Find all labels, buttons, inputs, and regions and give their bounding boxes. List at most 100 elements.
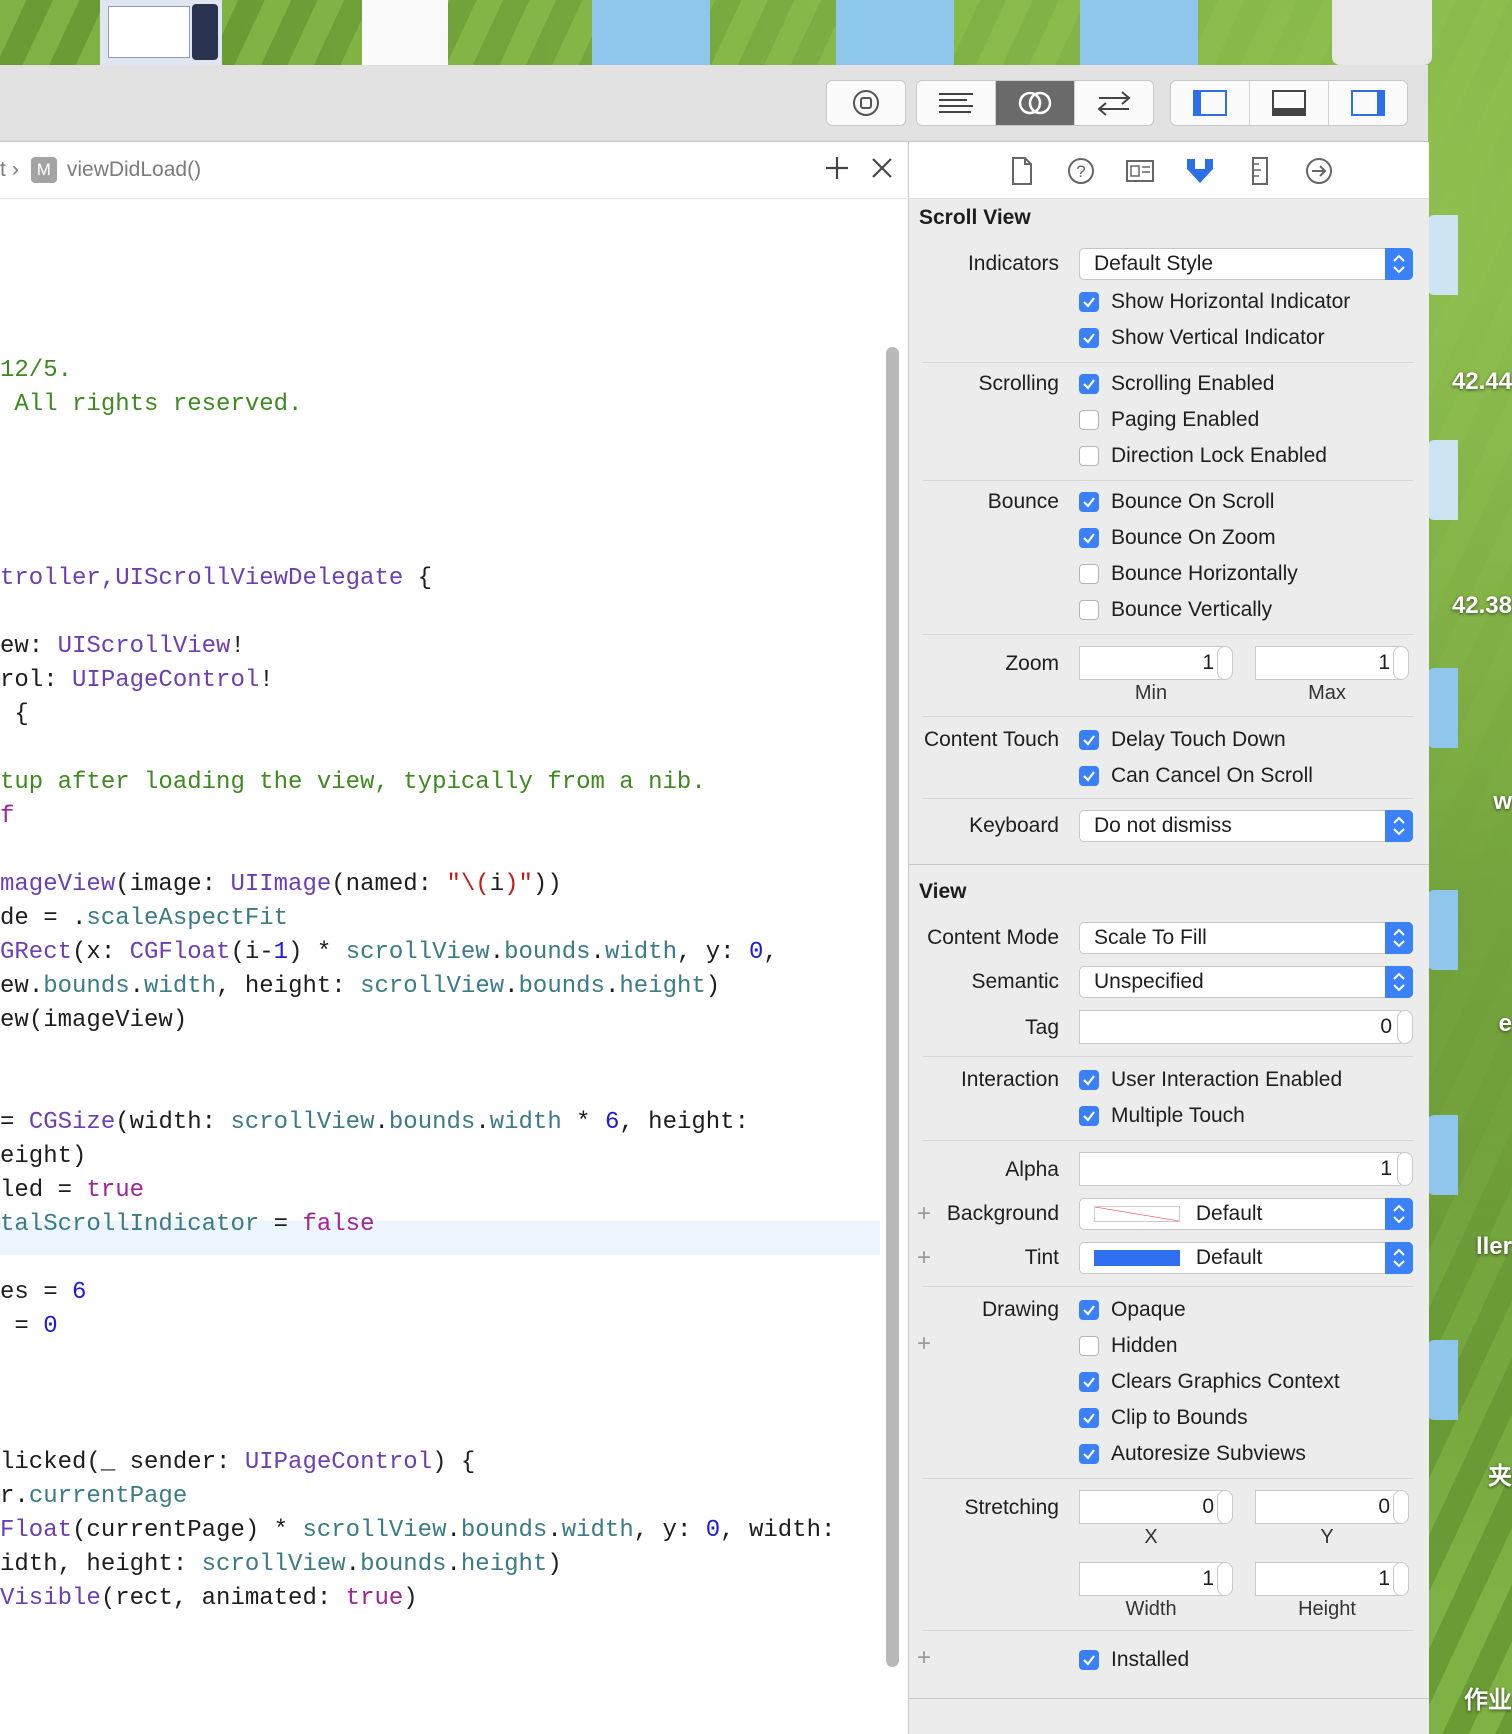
add-editor-button[interactable] <box>822 153 852 183</box>
zoom-min-stepper[interactable] <box>1217 646 1233 680</box>
desktop-drive[interactable] <box>1332 0 1432 65</box>
code-line[interactable]: led = true <box>0 1174 144 1208</box>
alpha-stepper[interactable] <box>1397 1152 1413 1186</box>
clears-graphics-context-checkbox[interactable]: Clears Graphics Context <box>1079 1368 1340 1396</box>
code-line[interactable]: = 0 <box>0 1310 57 1344</box>
scrolling-enabled-checkbox[interactable]: Scrolling Enabled <box>1079 370 1274 398</box>
bounce-horizontally-checkbox[interactable]: Bounce Horizontally <box>1079 560 1298 588</box>
indicators-popup[interactable]: Default Style <box>1079 248 1413 280</box>
show-vertical-indicator-checkbox[interactable]: Show Vertical Indicator <box>1079 324 1325 352</box>
stretch-x-field[interactable]: 0 <box>1079 1490 1223 1524</box>
zoom-min-field[interactable]: 1 <box>1079 646 1223 680</box>
code-line[interactable]: ew: UIScrollView! <box>0 630 245 664</box>
code-line[interactable]: tup after loading the view, typically fr… <box>0 766 706 800</box>
file-inspector-tab[interactable] <box>1005 154 1039 188</box>
delay-touch-down-checkbox[interactable]: Delay Touch Down <box>1079 726 1286 754</box>
user-interaction-enabled-checkbox[interactable]: User Interaction Enabled <box>1079 1066 1342 1094</box>
debug-area-toggle-button[interactable] <box>1250 81 1329 125</box>
code-line[interactable]: r.currentPage <box>0 1480 187 1514</box>
desktop-folder-2[interactable] <box>836 0 954 65</box>
multiple-touch-checkbox[interactable]: Multiple Touch <box>1079 1102 1245 1130</box>
utilities-toggle-button[interactable] <box>1329 81 1407 125</box>
content-mode-popup[interactable]: Scale To Fill <box>1079 922 1413 954</box>
assistant-editor-button[interactable] <box>996 81 1075 125</box>
stretch-width-stepper[interactable] <box>1217 1562 1233 1596</box>
tint-color-popup[interactable]: Default <box>1079 1242 1413 1274</box>
code-line[interactable]: = CGSize(width: scrollView.bounds.width … <box>0 1106 749 1140</box>
code-line[interactable]: rol: UIPageControl! <box>0 664 274 698</box>
code-line[interactable]: mageView(image: UIImage(named: "\(i)")) <box>0 868 562 902</box>
code-line[interactable]: { <box>0 698 28 732</box>
desktop-item-1[interactable] <box>1428 215 1458 295</box>
desktop-item-5[interactable] <box>1428 1115 1458 1195</box>
code-line[interactable]: eight) <box>0 1140 86 1174</box>
code-line[interactable]: All rights reserved. <box>0 388 302 422</box>
can-cancel-on-scroll-checkbox[interactable]: Can Cancel On Scroll <box>1079 762 1313 790</box>
code-line[interactable]: 12/5. <box>0 354 72 388</box>
desktop-item-2[interactable] <box>1428 440 1458 520</box>
size-inspector-tab[interactable] <box>1243 154 1277 188</box>
zoom-max-stepper[interactable] <box>1393 646 1409 680</box>
breadcrumb-method[interactable]: viewDidLoad() <box>67 158 201 182</box>
code-line[interactable]: idth, height: scrollView.bounds.height) <box>0 1548 562 1582</box>
stretch-height-stepper[interactable] <box>1393 1562 1409 1596</box>
code-line[interactable]: ew.bounds.width, height: scrollView.boun… <box>0 970 720 1004</box>
attributes-inspector-tab[interactable] <box>1183 154 1217 188</box>
opaque-checkbox[interactable]: Opaque <box>1079 1296 1186 1324</box>
keyboard-popup[interactable]: Do not dismiss <box>1079 810 1413 842</box>
semantic-popup[interactable]: Unspecified <box>1079 966 1413 998</box>
tag-stepper[interactable] <box>1397 1010 1413 1044</box>
code-line[interactable]: es = 6 <box>0 1276 86 1310</box>
alpha-field[interactable]: 1 <box>1079 1152 1401 1186</box>
desktop-thumbnail-document[interactable] <box>362 0 448 65</box>
stretch-height-field[interactable]: 1 <box>1255 1562 1399 1596</box>
background-color-popup[interactable]: Default <box>1079 1198 1413 1230</box>
breadcrumb-truncated[interactable]: t <box>0 158 6 182</box>
stretch-width-field[interactable]: 1 <box>1079 1562 1223 1596</box>
standard-editor-button[interactable] <box>917 81 996 125</box>
clip-to-bounds-checkbox[interactable]: Clip to Bounds <box>1079 1404 1248 1432</box>
code-line[interactable]: f <box>0 800 14 834</box>
version-editor-button[interactable] <box>1075 81 1153 125</box>
zoom-max-field[interactable]: 1 <box>1255 646 1399 680</box>
code-line[interactable]: troller,UIScrollViewDelegate { <box>0 562 432 596</box>
connections-inspector-tab[interactable] <box>1302 154 1336 188</box>
autoresize-subviews-checkbox[interactable]: Autoresize Subviews <box>1079 1440 1306 1468</box>
code-area[interactable]: 12/5. All rights reserved. troller,UIScro… <box>0 198 880 1734</box>
desktop-thumbnail-screenshot[interactable] <box>100 0 222 65</box>
desktop-folder-3[interactable] <box>1080 0 1198 65</box>
code-line[interactable]: GRect(x: CGFloat(i-1) * scrollView.bound… <box>0 936 778 970</box>
code-line[interactable]: de = .scaleAspectFit <box>0 902 288 936</box>
stretch-y-field[interactable]: 0 <box>1255 1490 1399 1524</box>
code-line[interactable]: licked(_ sender: UIPageControl) { <box>0 1446 475 1480</box>
code-line[interactable]: Float(currentPage) * scrollView.bounds.w… <box>0 1514 835 1548</box>
direction-lock-checkbox[interactable]: Direction Lock Enabled <box>1079 442 1327 470</box>
bounce-vertically-checkbox[interactable]: Bounce Vertically <box>1079 596 1272 624</box>
stretch-y-stepper[interactable] <box>1393 1490 1409 1524</box>
stretch-x-stepper[interactable] <box>1217 1490 1233 1524</box>
stop-button[interactable] <box>827 81 905 125</box>
desktop-folder-1[interactable] <box>592 0 710 65</box>
desktop-item-6[interactable] <box>1428 1340 1458 1420</box>
code-token: )" <box>504 871 533 898</box>
tag-field[interactable]: 0 <box>1079 1010 1401 1044</box>
breakpoint-group <box>826 80 906 126</box>
installed-checkbox[interactable]: Installed <box>1079 1646 1189 1674</box>
installed-add-variation-icon[interactable]: + <box>917 1644 931 1672</box>
code-line[interactable]: Visible(rect, animated: true) <box>0 1582 418 1616</box>
bounce-on-zoom-checkbox[interactable]: Bounce On Zoom <box>1079 524 1276 552</box>
code-line[interactable]: ew(imageView) <box>0 1004 187 1038</box>
code-line[interactable]: talScrollIndicator = false <box>0 1208 374 1242</box>
show-horizontal-indicator-checkbox[interactable]: Show Horizontal Indicator <box>1079 288 1350 316</box>
vertical-scrollbar[interactable] <box>886 347 899 1667</box>
identity-inspector-tab[interactable] <box>1123 154 1157 188</box>
navigator-toggle-button[interactable] <box>1171 81 1250 125</box>
bounce-on-scroll-checkbox[interactable]: Bounce On Scroll <box>1079 488 1274 516</box>
desktop-item-4[interactable] <box>1428 890 1458 970</box>
help-inspector-tab[interactable]: ? <box>1064 154 1098 188</box>
desktop-item-3[interactable] <box>1428 668 1458 748</box>
close-editor-button[interactable] <box>868 154 896 182</box>
paging-enabled-checkbox[interactable]: Paging Enabled <box>1079 406 1259 434</box>
hidden-checkbox[interactable]: Hidden <box>1079 1332 1178 1360</box>
hidden-add-variation-icon[interactable]: + <box>917 1330 931 1358</box>
